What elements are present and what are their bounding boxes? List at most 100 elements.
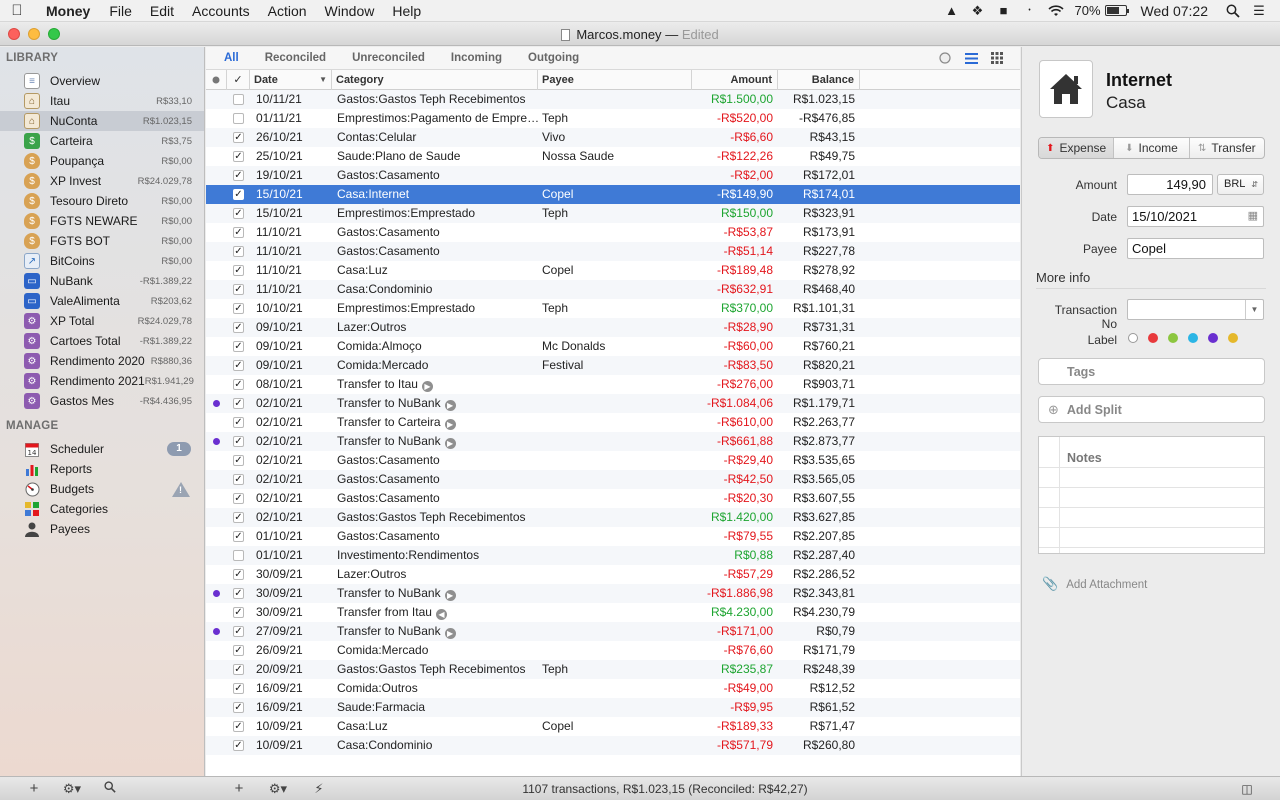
label-cell[interactable] [206, 166, 227, 185]
sidebar-item-categories[interactable]: Categories [0, 499, 204, 519]
sidebar-account-rendimento-2020[interactable]: ⚙ Rendimento 2020 R$880,36 [0, 351, 204, 371]
sidebar-account-fgts-bot[interactable]: $ FGTS BOT R$0,00 [0, 231, 204, 251]
table-row[interactable]: 01/11/21 Emprestimos:Pagamento de Empre… T… [206, 109, 1020, 128]
label-color-option[interactable] [1208, 333, 1218, 343]
table-row[interactable]: ✓ 11/10/21 Casa:Luz Copel -R$189,48 R$278,92 [206, 261, 1020, 280]
reconcile-circle-icon[interactable] [938, 51, 952, 65]
cleared-checkbox[interactable]: ✓ [233, 417, 244, 428]
amount-field[interactable]: 149,90 [1127, 174, 1213, 195]
cleared-checkbox[interactable]: ✓ [233, 474, 244, 485]
cleared-checkbox[interactable]: ✓ [233, 379, 244, 390]
table-row[interactable]: ✓ 08/10/21 Transfer to Itau ▶ -R$276,00 R$903… [206, 375, 1020, 394]
sidebar-item-payees[interactable]: Payees [0, 519, 204, 539]
label-cell[interactable] [206, 660, 227, 679]
label-cell[interactable] [206, 489, 227, 508]
go-to-arrow-icon[interactable]: ▶ [421, 381, 433, 392]
table-row[interactable]: ✓ 01/10/21 Gastos:Casamento -R$79,55 R$2.207… [206, 527, 1020, 546]
label-cell[interactable] [206, 603, 227, 622]
date-column-header[interactable]: Date ▼ [250, 70, 332, 90]
sidebar-account-nubank[interactable]: ▭ NuBank -R$1.389,22 [0, 271, 204, 291]
cleared-checkbox[interactable]: ✓ [233, 341, 244, 352]
label-cell[interactable] [206, 508, 227, 527]
dropdown-icon[interactable]: ▼ [1245, 300, 1263, 319]
sidebar-item-reports[interactable]: Reports [0, 459, 204, 479]
cleared-checkbox[interactable] [233, 94, 244, 105]
label-cell[interactable] [206, 413, 227, 432]
cleared-checkbox[interactable]: ✓ [233, 151, 244, 162]
table-row[interactable]: ✓ 15/10/21 Emprestimos:Emprestado Teph R$150… [206, 204, 1020, 223]
table-row[interactable]: ✓ 11/10/21 Gastos:Casamento -R$53,87 R$173,9… [206, 223, 1020, 242]
go-to-arrow-icon[interactable]: ▶ [444, 590, 456, 601]
label-cell[interactable] [206, 565, 227, 584]
table-row[interactable]: 10/11/21 Gastos:Gastos Teph Recebimentos R… [206, 90, 1020, 109]
house-icon[interactable] [1039, 60, 1093, 118]
income-button[interactable]: ⬇ Income [1114, 138, 1190, 158]
label-cell[interactable] [206, 223, 227, 242]
table-row[interactable]: 01/10/21 Investimento:Rendimentos R$0,88 R$… [206, 546, 1020, 565]
label-cell[interactable] [206, 90, 227, 109]
currency-select[interactable]: BRL ⇵ [1217, 174, 1264, 195]
label-cell[interactable] [206, 679, 227, 698]
label-cell[interactable] [206, 527, 227, 546]
amount-column-header[interactable]: Amount [692, 70, 778, 90]
filter-outgoing-tab[interactable]: Outgoing [528, 52, 579, 64]
sidebar-account-fgts-neware[interactable]: $ FGTS NEWARE R$0,00 [0, 211, 204, 231]
cleared-checkbox[interactable]: ✓ [233, 740, 244, 751]
list-view-icon[interactable] [964, 51, 978, 65]
table-row[interactable]: ✓ 27/09/21 Transfer to NuBank ▶ -R$171,00 R$0… [206, 622, 1020, 641]
label-color-option[interactable] [1228, 333, 1238, 343]
add-split-button[interactable]: ⊕ Add Split [1038, 396, 1265, 423]
table-row[interactable]: ✓ 11/10/21 Gastos:Casamento -R$51,14 R$227,7… [206, 242, 1020, 261]
label-cell[interactable] [206, 147, 227, 166]
payee-field[interactable]: Copel [1127, 238, 1264, 259]
cleared-checkbox[interactable]: ✓ [233, 284, 244, 295]
table-row[interactable]: ✓ 26/10/21 Contas:Celular Vivo -R$6,60 R$43,1… [206, 128, 1020, 147]
sidebar-account-gastos-mes[interactable]: ⚙ Gastos Mes -R$4.436,95 [0, 391, 204, 411]
label-cell[interactable] [206, 128, 227, 147]
add-attachment-button[interactable]: 📎 Add Attachment [1042, 576, 1147, 592]
cleared-checkbox[interactable]: ✓ [233, 303, 244, 314]
minimize-window-button[interactable] [28, 28, 40, 40]
app-menu[interactable]: Money [34, 3, 100, 19]
table-row[interactable]: ✓ 02/10/21 Transfer to NuBank ▶ -R$661,88 R$2… [206, 432, 1020, 451]
sidebar-account-xp-invest[interactable]: $ XP Invest R$24.029,78 [0, 171, 204, 191]
tags-field[interactable]: Tags [1038, 358, 1265, 385]
cleared-checkbox[interactable]: ✓ [233, 265, 244, 276]
cleared-column-header[interactable]: ✓ [227, 70, 250, 90]
cleared-checkbox[interactable]: ✓ [233, 208, 244, 219]
apple-menu-icon[interactable]:  [0, 2, 34, 19]
cleared-checkbox[interactable]: ✓ [233, 436, 244, 447]
table-row[interactable]: ✓ 19/10/21 Gastos:Casamento -R$2,00 R$172,01 [206, 166, 1020, 185]
filter-unreconciled-tab[interactable]: Unreconciled [352, 52, 425, 64]
label-cell[interactable] [206, 394, 227, 413]
zoom-window-button[interactable] [48, 28, 60, 40]
tray-app-icon[interactable]: ■ [991, 0, 1017, 22]
spotlight-search-icon[interactable] [1220, 0, 1246, 22]
table-row[interactable]: ✓ 25/10/21 Saude:Plano de Saude Nossa Saude… [206, 147, 1020, 166]
control-list-icon[interactable]: ☰ [1246, 0, 1272, 22]
menu-edit[interactable]: Edit [141, 3, 183, 19]
calendar-icon[interactable]: ▦ [1248, 207, 1258, 226]
table-row[interactable]: ✓ 02/10/21 Gastos:Casamento -R$29,40 R$3.535… [206, 451, 1020, 470]
cleared-checkbox[interactable]: ✓ [233, 493, 244, 504]
label-color-option[interactable] [1168, 333, 1178, 343]
sidebar-item-budgets[interactable]: Budgets! [0, 479, 204, 499]
sidebar-account-xp-total[interactable]: ⚙ XP Total R$24.029,78 [0, 311, 204, 331]
cleared-checkbox[interactable]: ✓ [233, 132, 244, 143]
label-color-option[interactable] [1188, 333, 1198, 343]
table-row[interactable]: ✓ 30/09/21 Transfer from Itau ◀ R$4.230,00 R$… [206, 603, 1020, 622]
toggle-inspector-icon[interactable]: ◫ [1237, 780, 1257, 798]
bluetooth-icon[interactable]: ᛫ [1017, 0, 1043, 22]
cleared-checkbox[interactable]: ✓ [233, 398, 244, 409]
label-cell[interactable] [206, 337, 227, 356]
label-cell[interactable] [206, 299, 227, 318]
table-row[interactable]: ✓ 15/10/21 Casa:Internet Copel -R$149,90 R$17… [206, 185, 1020, 204]
table-row[interactable]: ✓ 02/10/21 Gastos:Casamento -R$20,30 R$3.607… [206, 489, 1020, 508]
menu-accounts[interactable]: Accounts [183, 3, 259, 19]
expense-button[interactable]: ⬆ Expense [1039, 138, 1115, 158]
sidebar-account-itau[interactable]: ⌂ Itau R$33,10 [0, 91, 204, 111]
go-to-arrow-icon[interactable]: ▶ [444, 419, 456, 430]
table-row[interactable]: ✓ 16/09/21 Comida:Outros -R$49,00 R$12,52 [206, 679, 1020, 698]
label-cell[interactable] [206, 584, 227, 603]
sidebar-account-poupan-a[interactable]: $ Poupança R$0,00 [0, 151, 204, 171]
